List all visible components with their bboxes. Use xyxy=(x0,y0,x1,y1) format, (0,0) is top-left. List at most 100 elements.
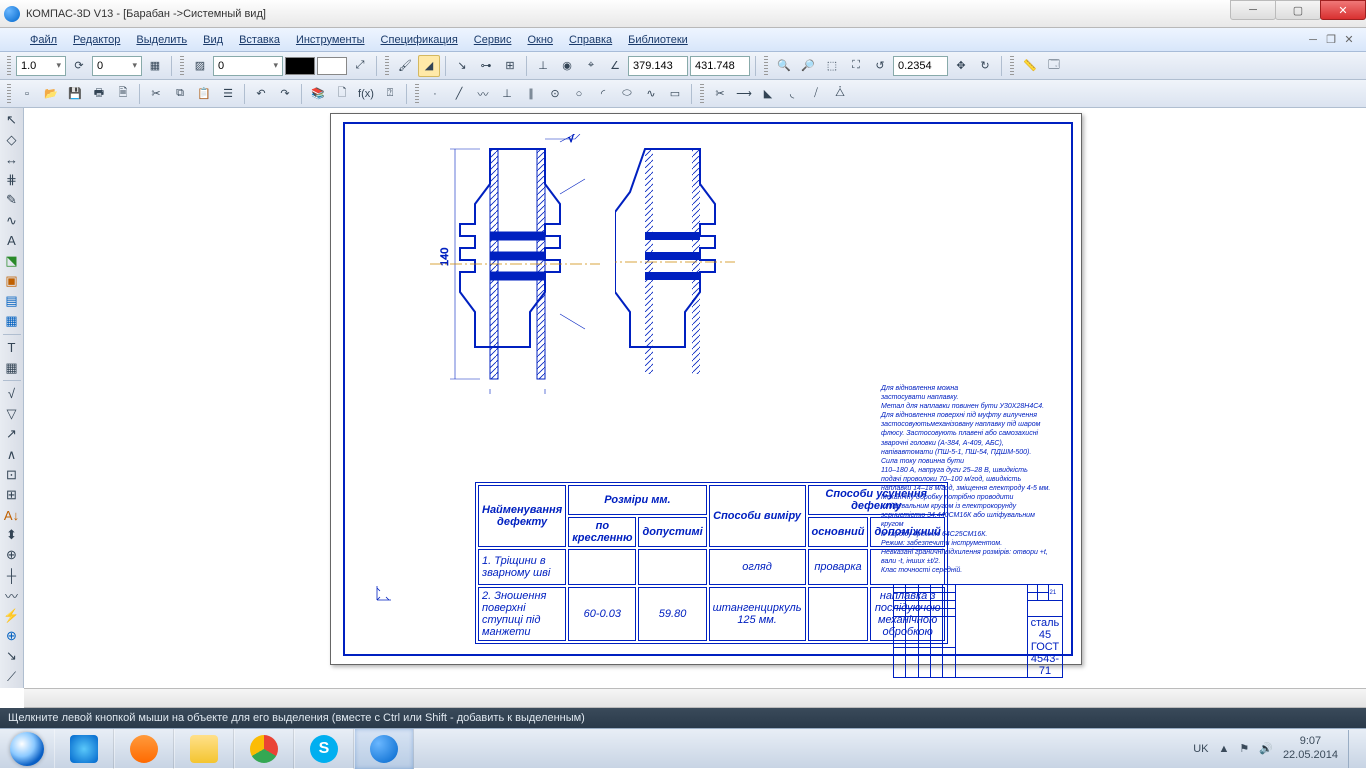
show-desktop-button[interactable] xyxy=(1348,730,1356,768)
dropper-icon[interactable]: ⤢ xyxy=(349,55,371,77)
view-tool-icon[interactable]: ▣ xyxy=(2,272,22,291)
close-button[interactable]: ✕ xyxy=(1320,0,1366,20)
taskbar-kompas[interactable] xyxy=(354,729,414,769)
fillet-icon[interactable]: ◟ xyxy=(781,83,803,105)
table-tool-icon[interactable]: ▦ xyxy=(2,358,22,377)
tray-volume-icon[interactable]: 🔊 xyxy=(1259,742,1273,755)
linetype-combo[interactable]: 0 xyxy=(213,56,283,76)
position-icon[interactable]: ⊡ xyxy=(2,465,22,484)
color-swatch-black[interactable] xyxy=(285,57,315,75)
mirror-icon[interactable]: ⧊ xyxy=(829,83,851,105)
taskbar-chrome[interactable] xyxy=(234,729,294,769)
menu-window[interactable]: Окно xyxy=(519,31,561,49)
local-cs-icon[interactable]: ⌖ xyxy=(580,55,602,77)
zoom-window-icon[interactable]: ⬚ xyxy=(821,55,843,77)
menu-service[interactable]: Сервис xyxy=(466,31,520,49)
zoom-out-icon[interactable]: 🔎 xyxy=(797,55,819,77)
axis-icon[interactable]: ┼ xyxy=(2,566,22,585)
open-icon[interactable]: 📂 xyxy=(40,83,62,105)
highlight-icon[interactable]: ◢ xyxy=(418,55,440,77)
brand-icon[interactable]: ∧ xyxy=(2,445,22,464)
perp-icon[interactable]: ⊥ xyxy=(496,83,518,105)
tray-up-icon[interactable]: ▲ xyxy=(1218,743,1229,755)
point-icon[interactable]: · xyxy=(424,83,446,105)
wave-icon[interactable]: 〰 xyxy=(2,586,22,605)
rect-icon[interactable]: ▭ xyxy=(664,83,686,105)
pan-icon[interactable]: ✥ xyxy=(950,55,972,77)
extend-icon[interactable]: ⟶ xyxy=(733,83,755,105)
save-icon[interactable]: 💾 xyxy=(64,83,86,105)
tangent-icon[interactable]: ⊙ xyxy=(544,83,566,105)
break-icon[interactable]: ⧸ xyxy=(805,83,827,105)
layer-state-icon[interactable]: ▦ xyxy=(144,55,166,77)
start-button[interactable] xyxy=(0,729,54,769)
polyline-icon[interactable]: 〰 xyxy=(472,83,494,105)
menu-tools[interactable]: Инструменты xyxy=(288,31,373,49)
menu-spec[interactable]: Спецификация xyxy=(373,31,466,49)
geometry-tool-icon[interactable]: ◇ xyxy=(2,130,22,149)
refresh-icon[interactable]: ⟳ xyxy=(68,55,90,77)
tray-flag-icon[interactable]: ⚑ xyxy=(1239,742,1249,755)
taskbar-skype[interactable]: S xyxy=(294,729,354,769)
color-swatch-white[interactable] xyxy=(317,57,347,75)
menu-edit[interactable]: Редактор xyxy=(65,31,128,49)
hatch-icon[interactable]: ▨ xyxy=(189,55,211,77)
roughness-icon[interactable]: √ xyxy=(2,384,22,403)
mdi-minimize[interactable]: ─ xyxy=(1306,33,1320,47)
measure-tool-icon[interactable]: ⬔ xyxy=(2,251,22,270)
library-icon[interactable]: 📚 xyxy=(307,83,329,105)
centerline-icon[interactable]: ⊕ xyxy=(2,546,22,565)
step-combo[interactable]: 0 xyxy=(92,56,142,76)
menu-insert[interactable]: Вставка xyxy=(231,31,288,49)
zoom-redo-icon[interactable]: ↻ xyxy=(974,55,996,77)
drawing-canvas[interactable]: 140 80 √ xyxy=(24,108,1366,688)
circle-icon[interactable]: ○ xyxy=(568,83,590,105)
leader-icon[interactable]: ↗ xyxy=(2,425,22,444)
redo-icon[interactable]: ↷ xyxy=(274,83,296,105)
print-icon[interactable]: 🖶 xyxy=(88,83,110,105)
text-a-icon[interactable]: A xyxy=(2,231,22,250)
menu-libs[interactable]: Библиотеки xyxy=(620,31,696,49)
tray-clock[interactable]: 9:07 22.05.2014 xyxy=(1283,735,1338,761)
cut-icon[interactable]: ✂ xyxy=(145,83,167,105)
undo-icon[interactable]: ↶ xyxy=(250,83,272,105)
cut-line-icon[interactable]: ⟋ xyxy=(2,667,22,686)
spec-icon[interactable]: 🗋 xyxy=(331,83,353,105)
report-tool-icon[interactable]: ▦ xyxy=(2,312,22,331)
new-icon[interactable]: ▫ xyxy=(16,83,38,105)
taskbar-explorer[interactable] xyxy=(174,729,234,769)
tolerance-icon[interactable]: ⊞ xyxy=(2,485,22,504)
zoom-in-icon[interactable]: 🔍 xyxy=(773,55,795,77)
trim-icon[interactable]: ✂ xyxy=(709,83,731,105)
parallel-icon[interactable]: ∥ xyxy=(520,83,542,105)
menu-help[interactable]: Справка xyxy=(561,31,620,49)
menu-file[interactable]: Файл xyxy=(22,31,65,49)
param-tool-icon[interactable]: ∿ xyxy=(2,211,22,230)
scale-combo[interactable]: 1.0 xyxy=(16,56,66,76)
taskbar-ie[interactable] xyxy=(54,729,114,769)
angle-snap-icon[interactable]: ∠ xyxy=(604,55,626,77)
chamfer-icon[interactable]: ◣ xyxy=(757,83,779,105)
dimension-tool-icon[interactable]: ↔ xyxy=(2,150,22,169)
section-icon[interactable]: ⬍ xyxy=(2,526,22,545)
brush-icon[interactable]: 🖌 xyxy=(394,55,416,77)
measure-icon[interactable]: 📏 xyxy=(1019,55,1041,77)
select-tool-icon[interactable]: ↖ xyxy=(2,110,22,129)
taskbar-media[interactable] xyxy=(114,729,174,769)
autoaxis-icon[interactable]: ↘ xyxy=(2,647,22,666)
designation-tool-icon[interactable]: ⋕ xyxy=(2,171,22,190)
fx-icon[interactable]: f(x) xyxy=(355,83,377,105)
ellipse-icon[interactable]: ⬭ xyxy=(616,83,638,105)
preview-icon[interactable]: 🗎 xyxy=(112,83,134,105)
text-t-icon[interactable]: T xyxy=(2,338,22,357)
grid-icon[interactable]: ⊞ xyxy=(499,55,521,77)
zoom-prev-icon[interactable]: ↺ xyxy=(869,55,891,77)
coord-y-input[interactable] xyxy=(690,56,750,76)
line-icon[interactable]: ╱ xyxy=(448,83,470,105)
round-icon[interactable]: ◉ xyxy=(556,55,578,77)
copy-icon[interactable]: ⧉ xyxy=(169,83,191,105)
property-panel-collapsed[interactable] xyxy=(24,688,1366,708)
zoom-fit-icon[interactable]: ⛶ xyxy=(845,55,867,77)
mdi-close[interactable]: ✕ xyxy=(1342,33,1356,47)
center-mark-icon[interactable]: ⊕ xyxy=(2,627,22,646)
